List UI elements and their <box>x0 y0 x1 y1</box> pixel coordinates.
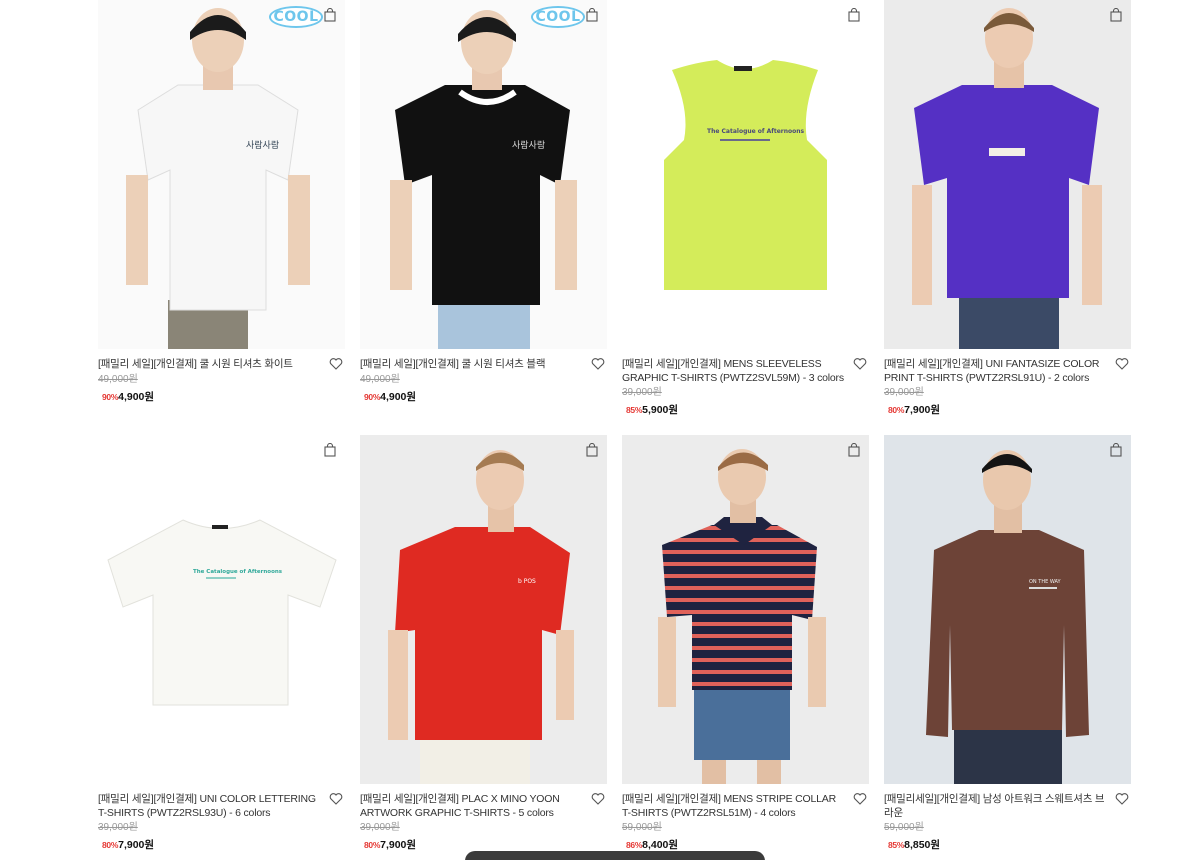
heart-icon[interactable] <box>329 357 343 371</box>
product-card[interactable]: The Catalogue of Afternoons [패밀리 세일][개인결… <box>98 435 345 852</box>
original-price: 59,000원 <box>622 822 662 833</box>
original-price: 39,000원 <box>98 822 138 833</box>
discount-rate: 85% <box>626 405 643 415</box>
shopping-bag-icon[interactable] <box>585 443 599 457</box>
discount-rate: 80% <box>364 840 381 850</box>
product-card[interactable]: [패밀리 세일][개인결제] MENS STRIPE COLLAR T-SHIR… <box>622 435 869 852</box>
red-tshirt-image: b POS <box>360 435 607 784</box>
original-price: 39,000원 <box>884 387 924 398</box>
discount-rate: 85% <box>888 840 905 850</box>
product-card[interactable]: 사람사람 COOL [패밀리 세일][개인결제] 쿨 시원 티셔츠 블랙 49,… <box>360 0 607 435</box>
model-white-tshirt-image: 사람사람 <box>98 0 345 349</box>
original-price: 39,000원 <box>360 822 400 833</box>
floating-bottom-bar[interactable] <box>465 851 765 860</box>
price-line: 90% 4,900원 <box>360 389 585 404</box>
svg-text:b POS: b POS <box>518 578 536 585</box>
svg-text:The Catalogue of Afternoons: The Catalogue of Afternoons <box>707 128 805 135</box>
product-card[interactable]: [패밀리 세일][개인결제] UNI FANTASIZE COLOR PRINT… <box>884 0 1131 435</box>
model-black-tshirt-image: 사람사람 <box>360 0 607 349</box>
product-name[interactable]: [패밀리 세일][개인결제] MENS STRIPE COLLAR T-SHIR… <box>622 793 847 820</box>
heart-icon[interactable] <box>853 357 867 371</box>
price-line: 80% 7,900원 <box>98 837 323 852</box>
purple-tshirt-image <box>884 0 1131 349</box>
white-tshirt-flat-image: The Catalogue of Afternoons <box>98 435 345 784</box>
price-line: 80% 7,900원 <box>360 837 585 852</box>
shopping-bag-icon[interactable] <box>847 443 861 457</box>
cool-badge: COOL <box>531 6 585 28</box>
lime-sleeveless-image: The Catalogue of Afternoons <box>622 0 869 349</box>
discount-rate: 80% <box>102 840 119 850</box>
shopping-bag-icon[interactable] <box>323 8 337 22</box>
price-line: 86% 8,400원 <box>622 837 847 852</box>
heart-icon[interactable] <box>591 792 605 806</box>
product-info: [패밀리 세일][개인결제] PLAC X MINO YOON ARTWORK … <box>360 784 607 852</box>
product-info: [패밀리 세일][개인결제] 쿨 시원 티셔츠 화이트 49,000원 90% … <box>98 349 345 404</box>
product-name[interactable]: [패밀리 세일][개인결제] UNI COLOR LETTERING T-SHI… <box>98 793 323 820</box>
original-price: 49,000원 <box>98 373 138 385</box>
original-price: 39,000원 <box>622 387 662 398</box>
shopping-bag-icon[interactable] <box>1109 443 1123 457</box>
original-price: 59,000원 <box>884 822 924 833</box>
product-image[interactable] <box>884 0 1131 349</box>
discount-rate: 90% <box>102 391 119 402</box>
original-price: 49,000원 <box>360 373 400 385</box>
sale-price: 8,400원 <box>642 839 679 851</box>
heart-icon[interactable] <box>1115 357 1129 371</box>
product-name[interactable]: [패밀리세일][개인결제] 남성 아트워크 스웨트셔츠 브라운 <box>884 793 1109 820</box>
price-line: 80% 7,900원 <box>884 402 1109 417</box>
svg-text:ON THE WAY: ON THE WAY <box>1029 579 1062 585</box>
product-info: [패밀리 세일][개인결제] MENS SLEEVELESS GRAPHIC T… <box>622 349 869 417</box>
product-card[interactable]: 사람사람 COOL [패밀리 세일][개인결제] 쿨 시원 티셔츠 화이트 49… <box>98 0 345 435</box>
sale-price: 4,900원 <box>118 390 155 403</box>
product-name[interactable]: [패밀리 세일][개인결제] 쿨 시원 티셔츠 화이트 <box>98 358 323 372</box>
sale-price: 5,900원 <box>642 404 679 416</box>
product-image[interactable]: 사람사람 COOL <box>98 0 345 349</box>
product-image[interactable]: ON THE WAY <box>884 435 1131 784</box>
product-grid: 사람사람 COOL [패밀리 세일][개인결제] 쿨 시원 티셔츠 화이트 49… <box>98 0 1131 852</box>
product-name[interactable]: [패밀리 세일][개인결제] 쿨 시원 티셔츠 블랙 <box>360 358 585 372</box>
heart-icon[interactable] <box>591 357 605 371</box>
price-line: 85% 8,850원 <box>884 837 1109 852</box>
product-info: [패밀리 세일][개인결제] UNI COLOR LETTERING T-SHI… <box>98 784 345 852</box>
svg-text:사람사람: 사람사람 <box>246 139 279 151</box>
discount-rate: 86% <box>626 840 643 850</box>
sale-price: 7,900원 <box>118 839 155 851</box>
product-name[interactable]: [패밀리 세일][개인결제] MENS SLEEVELESS GRAPHIC T… <box>622 358 847 385</box>
sale-price: 8,850원 <box>904 839 941 851</box>
heart-icon[interactable] <box>1115 792 1129 806</box>
product-card[interactable]: ON THE WAY [패밀리세일][개인결제] 남성 아트워크 스웨트셔츠 브… <box>884 435 1131 852</box>
discount-rate: 80% <box>888 405 905 415</box>
shopping-bag-icon[interactable] <box>323 443 337 457</box>
shopping-bag-icon[interactable] <box>847 8 861 22</box>
product-info: [패밀리세일][개인결제] 남성 아트워크 스웨트셔츠 브라운 59,000원 … <box>884 784 1131 852</box>
sale-price: 7,900원 <box>904 404 941 416</box>
product-name[interactable]: [패밀리 세일][개인결제] PLAC X MINO YOON ARTWORK … <box>360 793 585 820</box>
product-card[interactable]: b POS [패밀리 세일][개인결제] PLAC X MINO YOON AR… <box>360 435 607 852</box>
discount-rate: 90% <box>364 391 381 402</box>
product-info: [패밀리 세일][개인결제] 쿨 시원 티셔츠 블랙 49,000원 90% 4… <box>360 349 607 404</box>
product-image[interactable]: b POS <box>360 435 607 784</box>
heart-icon[interactable] <box>853 792 867 806</box>
price-line: 85% 5,900원 <box>622 402 847 417</box>
shopping-bag-icon[interactable] <box>1109 8 1123 22</box>
product-image[interactable]: 사람사람 COOL <box>360 0 607 349</box>
heart-icon[interactable] <box>329 792 343 806</box>
svg-text:The Catalogue of Afternoons: The Catalogue of Afternoons <box>193 569 283 575</box>
product-info: [패밀리 세일][개인결제] UNI FANTASIZE COLOR PRINT… <box>884 349 1131 417</box>
sale-price: 7,900원 <box>380 839 417 851</box>
svg-text:사람사람: 사람사람 <box>512 139 545 151</box>
cool-badge: COOL <box>269 6 323 28</box>
product-info: [패밀리 세일][개인결제] MENS STRIPE COLLAR T-SHIR… <box>622 784 869 852</box>
product-image[interactable] <box>622 435 869 784</box>
sale-price: 4,900원 <box>380 390 417 403</box>
stripe-polo-image <box>622 435 869 784</box>
product-name[interactable]: [패밀리 세일][개인결제] UNI FANTASIZE COLOR PRINT… <box>884 358 1109 385</box>
product-card[interactable]: The Catalogue of Afternoons [패밀리 세일][개인결… <box>622 0 869 435</box>
product-image[interactable]: The Catalogue of Afternoons <box>622 0 869 349</box>
shopping-bag-icon[interactable] <box>585 8 599 22</box>
brown-sweatshirt-image: ON THE WAY <box>884 435 1131 784</box>
price-line: 90% 4,900원 <box>98 389 323 404</box>
product-image[interactable]: The Catalogue of Afternoons <box>98 435 345 784</box>
